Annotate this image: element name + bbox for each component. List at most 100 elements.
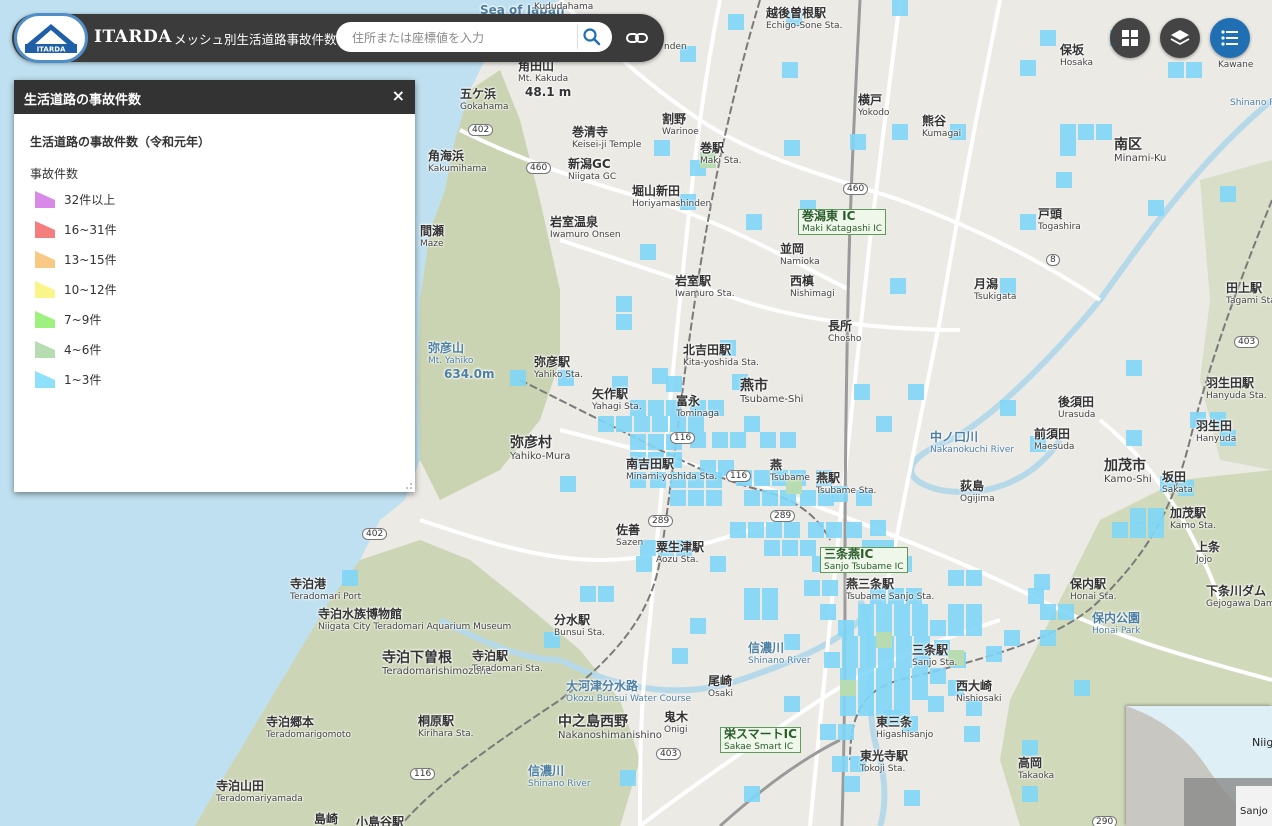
accident-cell[interactable] (648, 452, 664, 468)
accident-cell[interactable] (1186, 62, 1202, 78)
accident-cell[interactable] (710, 556, 726, 572)
accident-cell[interactable] (1020, 214, 1036, 230)
accident-cell[interactable] (914, 636, 930, 652)
accident-cell[interactable] (1078, 124, 1094, 140)
accident-cell[interactable] (612, 376, 628, 392)
accident-cell[interactable] (744, 588, 760, 604)
accident-cell[interactable] (780, 432, 796, 448)
accident-cell[interactable] (744, 490, 760, 506)
accident-cell[interactable] (616, 314, 632, 330)
accident-cell[interactable] (782, 540, 798, 556)
accident-cell[interactable] (744, 604, 760, 620)
accident-cell[interactable] (1074, 680, 1090, 696)
accident-cell[interactable] (760, 432, 776, 448)
accident-cell[interactable] (1040, 630, 1056, 646)
accident-cell[interactable] (822, 580, 838, 596)
accident-cell[interactable] (598, 586, 614, 602)
accident-cell[interactable] (1022, 786, 1038, 802)
accident-cell[interactable] (850, 134, 866, 150)
accident-cell[interactable] (844, 776, 860, 792)
accident-cell[interactable] (1020, 60, 1036, 76)
accident-cell[interactable] (708, 400, 724, 416)
accident-cell[interactable] (746, 214, 762, 230)
accident-cell[interactable] (986, 646, 1002, 662)
accident-cell[interactable] (858, 620, 874, 636)
accident-cell[interactable] (1056, 172, 1072, 188)
accident-cell[interactable] (558, 370, 574, 386)
accident-cell[interactable] (670, 416, 686, 432)
accident-cell[interactable] (1178, 480, 1194, 496)
accident-cell[interactable] (1034, 574, 1050, 590)
accident-cell[interactable] (544, 632, 560, 648)
accident-cell[interactable] (630, 472, 646, 488)
layers-button[interactable] (1160, 18, 1200, 58)
accident-cell[interactable] (858, 604, 874, 620)
accident-cell[interactable] (1028, 588, 1044, 604)
accident-cell[interactable] (744, 416, 760, 432)
accident-cell[interactable] (904, 790, 920, 806)
accident-cell[interactable] (636, 556, 652, 572)
accident-cell[interactable] (876, 668, 892, 684)
accident-cell[interactable] (876, 632, 892, 648)
accident-cell[interactable] (732, 374, 748, 390)
accident-cell[interactable] (876, 416, 892, 432)
accident-cell[interactable] (654, 140, 670, 156)
accident-cell[interactable] (894, 684, 910, 700)
accident-cell[interactable] (808, 522, 824, 538)
accident-cell[interactable] (862, 540, 878, 556)
accident-cell[interactable] (1004, 630, 1020, 646)
accident-cell[interactable] (896, 556, 912, 572)
accident-cell[interactable] (818, 490, 834, 506)
accident-cell[interactable] (688, 472, 704, 488)
accident-cell[interactable] (630, 400, 646, 416)
accident-cell[interactable] (666, 376, 682, 392)
accident-cell[interactable] (680, 194, 696, 210)
resize-handle-icon[interactable] (405, 482, 413, 490)
accident-cell[interactable] (728, 14, 744, 30)
accident-cell[interactable] (948, 650, 964, 666)
accident-cell[interactable] (784, 696, 800, 712)
accident-cell[interactable] (892, 124, 908, 140)
accident-cell[interactable] (846, 522, 862, 538)
accident-cell[interactable] (894, 604, 910, 620)
accident-cell[interactable] (706, 490, 722, 506)
accident-cell[interactable] (820, 724, 836, 740)
accident-cell[interactable] (840, 680, 856, 696)
accident-cell[interactable] (884, 710, 900, 726)
accident-cell[interactable] (850, 756, 866, 772)
accident-cell[interactable] (690, 618, 706, 634)
accident-cell[interactable] (766, 522, 782, 538)
accident-cell[interactable] (966, 570, 982, 586)
accident-cell[interactable] (800, 540, 816, 556)
accident-cell[interactable] (736, 470, 752, 486)
accident-cell[interactable] (854, 384, 870, 400)
accident-cell[interactable] (630, 434, 646, 450)
accident-cell[interactable] (832, 486, 848, 502)
accident-cell[interactable] (1060, 124, 1076, 140)
accident-cell[interactable] (948, 680, 964, 696)
accident-cell[interactable] (930, 620, 946, 636)
accident-cell[interactable] (878, 540, 894, 556)
accident-cell[interactable] (908, 384, 924, 400)
accident-cell[interactable] (964, 726, 980, 742)
accident-cell[interactable] (892, 0, 908, 16)
accident-cell[interactable] (888, 588, 904, 604)
accident-cell[interactable] (666, 400, 682, 416)
accident-cell[interactable] (812, 556, 828, 572)
accident-cell[interactable] (842, 636, 858, 652)
accident-cell[interactable] (598, 416, 614, 432)
accident-cell[interactable] (672, 648, 688, 664)
accident-cell[interactable] (786, 10, 802, 26)
accident-cell[interactable] (912, 684, 928, 700)
accident-cell[interactable] (876, 604, 892, 620)
legend-list-button[interactable] (1210, 18, 1250, 58)
accident-cell[interactable] (966, 620, 982, 636)
accident-cell[interactable] (648, 434, 664, 450)
accident-cell[interactable] (1040, 604, 1056, 620)
accident-cell[interactable] (896, 636, 912, 652)
accident-cell[interactable] (650, 472, 666, 488)
accident-cell[interactable] (762, 490, 778, 506)
accident-cell[interactable] (830, 556, 846, 572)
accident-cell[interactable] (342, 570, 358, 586)
search-button[interactable] (577, 25, 604, 49)
